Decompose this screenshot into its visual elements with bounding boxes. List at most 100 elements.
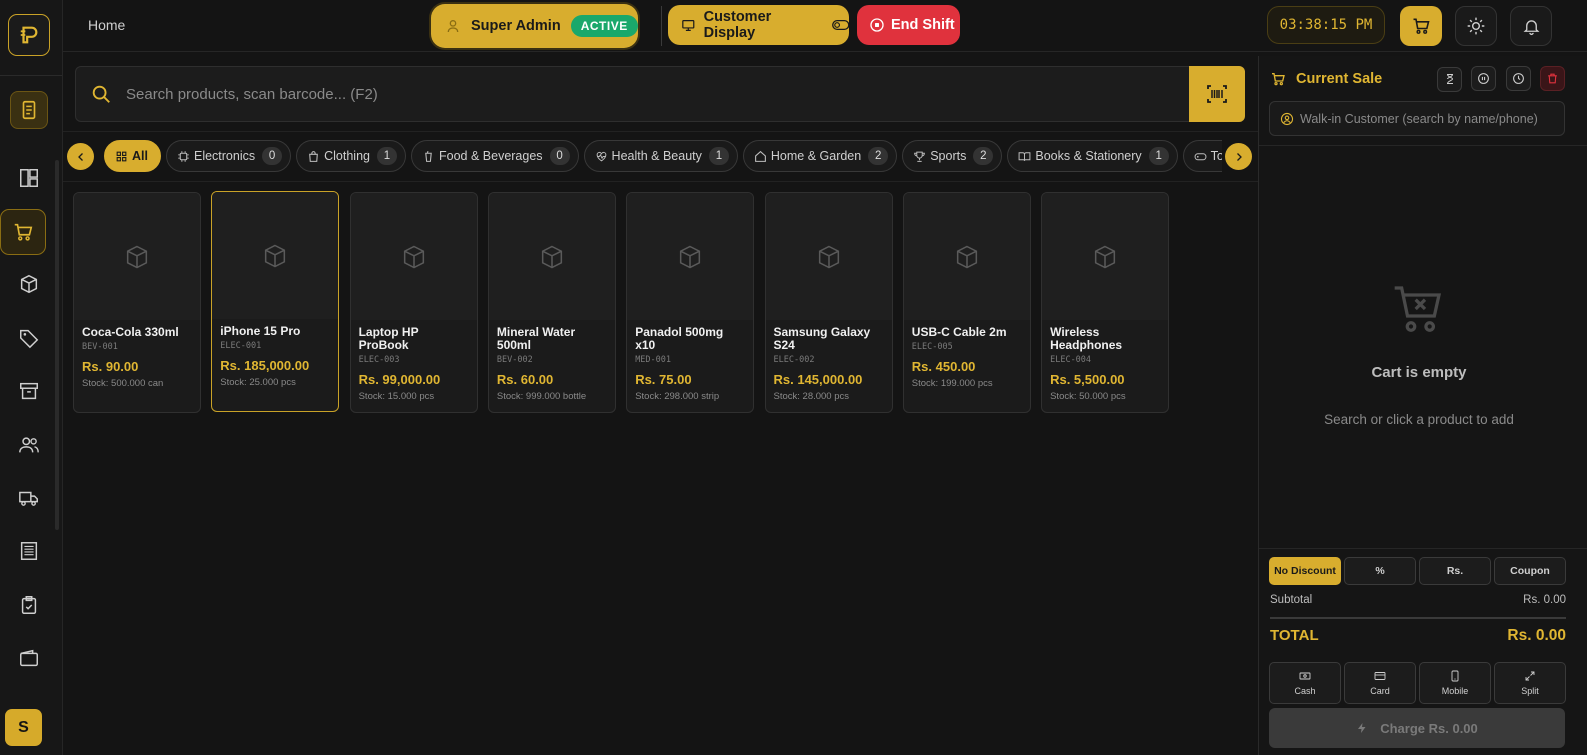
book-icon	[1018, 151, 1031, 161]
logo-icon	[20, 26, 38, 44]
wallet-icon	[20, 649, 38, 667]
pay-card-button[interactable]: Card	[1344, 662, 1416, 704]
category-chip[interactable]: Electronics 0	[165, 140, 292, 172]
chevron-left-icon	[77, 152, 83, 161]
sidebar-item-customers[interactable]	[11, 427, 47, 463]
category-scroll-right[interactable]	[1225, 143, 1252, 170]
sidebar-item-tags[interactable]	[11, 320, 47, 356]
barcode-scan-button[interactable]	[1189, 66, 1245, 122]
panel-divider	[1259, 548, 1587, 549]
notifications-button[interactable]	[1510, 6, 1552, 46]
category-chip[interactable]: Home & Garden 2	[742, 140, 898, 172]
package-icon	[956, 245, 977, 268]
tag-icon	[20, 329, 39, 349]
product-card[interactable]: Mineral Water 500ml BEV-002 Rs. 60.00 Stock…	[487, 192, 616, 413]
header-cart-button[interactable]	[1400, 6, 1442, 46]
product-name: Laptop HP ProBook	[358, 325, 419, 352]
pay-cash-button[interactable]: Cash	[1269, 662, 1341, 704]
percent-discount-button[interactable]: %	[1344, 557, 1416, 585]
product-card[interactable]: Panadol 500mg x10 MED-001 Rs. 75.00 Stock: …	[626, 192, 755, 413]
category-chip[interactable]: Toys & Games	[1182, 140, 1222, 172]
no-discount-button[interactable]: No Discount	[1269, 557, 1341, 585]
category-chip[interactable]: All	[104, 140, 161, 172]
status-badge: ACTIVE	[570, 15, 638, 37]
sidebar-item-dashboard[interactable]	[11, 160, 47, 196]
category-count: 0	[262, 147, 283, 165]
product-stock: Stock: 28.000 pcs	[773, 391, 850, 402]
pos-app: S Home Super Admin ACTIVE Customer Displ…	[0, 0, 1587, 755]
sidebar-scrollbar[interactable]	[55, 160, 59, 530]
user-circle-icon	[1280, 112, 1294, 125]
coupon-button[interactable]: Coupon	[1494, 557, 1566, 585]
sidebar-item-orders[interactable]	[11, 587, 47, 623]
top-header: Home Super Admin ACTIVE Customer Display…	[63, 0, 1587, 52]
category-chip[interactable]: Health & Beauty 1	[583, 140, 738, 172]
category-label: Sports	[930, 149, 967, 163]
product-card[interactable]: Coca-Cola 330ml BEV-001 Rs. 90.00 Stock: 50…	[73, 192, 201, 413]
product-sku: ELEC-001	[220, 341, 262, 351]
pay-split-button[interactable]: Split	[1494, 662, 1566, 704]
category-chip[interactable]: Books & Stationery 1	[1007, 140, 1178, 172]
customer-search-field[interactable]: Walk-in Customer (search by name/phone)	[1269, 101, 1565, 136]
clock-display: 03:38:15 PM	[1267, 6, 1385, 44]
product-name: Samsung Galaxy S24	[773, 325, 871, 352]
cup-icon	[425, 150, 432, 162]
sidebar-item-pos[interactable]	[0, 209, 46, 255]
search-input[interactable]	[126, 67, 1176, 121]
cart-icon	[1413, 18, 1430, 34]
user-role-pill[interactable]: Super Admin ACTIVE	[431, 4, 638, 48]
product-card[interactable]: iPhone 15 Pro ELEC-001 Rs. 185,000.00 Stock…	[211, 191, 340, 412]
end-shift-button[interactable]: End Shift	[857, 5, 960, 45]
category-count: 1	[708, 147, 729, 165]
toggle-icon[interactable]	[831, 19, 850, 31]
sidebar-item-delivery[interactable]	[11, 480, 47, 516]
category-chip[interactable]: Clothing 1	[296, 140, 406, 172]
app-logo[interactable]	[8, 14, 50, 56]
product-card[interactable]: Laptop HP ProBook ELEC-003 Rs. 99,000.00 St…	[349, 192, 478, 413]
category-chip[interactable]: Sports 2	[902, 140, 1003, 172]
truck-icon	[19, 491, 38, 506]
grid-icon	[116, 151, 127, 161]
category-scroll-left[interactable]	[67, 143, 94, 170]
rail-separator	[0, 75, 62, 76]
category-chip[interactable]: Food & Beverages 0	[411, 140, 579, 172]
subtotal-value: Rs. 0.00	[1523, 594, 1566, 606]
category-bar: All Electronics 0 Clothing 1 Food & Beverages…	[63, 131, 1258, 182]
product-image-placeholder	[765, 193, 892, 320]
category-count: 1	[377, 147, 397, 165]
barcode-icon	[1207, 85, 1227, 103]
empty-cart-subtitle: Search or click a product to add	[1324, 412, 1514, 427]
theme-toggle-button[interactable]	[1455, 6, 1497, 46]
product-card[interactable]: Samsung Galaxy S24 ELEC-002 Rs. 145,000.00…	[764, 192, 893, 413]
product-price: Rs. 145,000.00	[773, 372, 863, 387]
sidebar-item-reports[interactable]	[11, 533, 47, 569]
pay-mobile-button[interactable]: Mobile	[1419, 662, 1491, 704]
clear-cart-button[interactable]	[1540, 66, 1566, 91]
product-name: Mineral Water 500ml	[496, 325, 576, 352]
hold-sale-button[interactable]	[1437, 66, 1462, 92]
product-name: Wireless Headphones	[1050, 325, 1123, 352]
package-icon	[818, 245, 839, 268]
sidebar-item-inventory[interactable]	[11, 373, 47, 409]
product-sku: ELEC-002	[773, 355, 815, 365]
user-avatar[interactable]: S	[5, 709, 42, 746]
product-card[interactable]: USB-C Cable 2m ELEC-005 Rs. 450.00 Stock: 1…	[902, 192, 1031, 413]
product-card[interactable]: Wireless Headphones ELEC-004 Rs. 5,500.00 S…	[1041, 192, 1170, 413]
breadcrumb[interactable]: Home	[88, 17, 125, 33]
pause-sale-button[interactable]	[1471, 66, 1497, 91]
recent-sales-button[interactable]	[1505, 66, 1531, 91]
amount-discount-button[interactable]: Rs.	[1419, 557, 1491, 585]
gamepad-icon	[1194, 152, 1207, 160]
charge-button[interactable]: Charge Rs. 0.00	[1269, 708, 1565, 748]
package-icon	[680, 245, 701, 268]
product-stock: Stock: 25.000 pcs	[220, 377, 296, 388]
package-icon	[265, 244, 286, 267]
sidebar-item-wallet[interactable]	[11, 640, 47, 676]
customer-display-button[interactable]: Customer Display	[668, 5, 849, 45]
product-stock: Stock: 298.000 strip	[635, 391, 720, 402]
category-count: 2	[973, 147, 994, 165]
category-count: 1	[1148, 147, 1169, 165]
category-label: All	[132, 149, 148, 163]
sidebar-item-products[interactable]	[11, 266, 47, 302]
sidebar-item-receipts[interactable]	[10, 91, 48, 129]
